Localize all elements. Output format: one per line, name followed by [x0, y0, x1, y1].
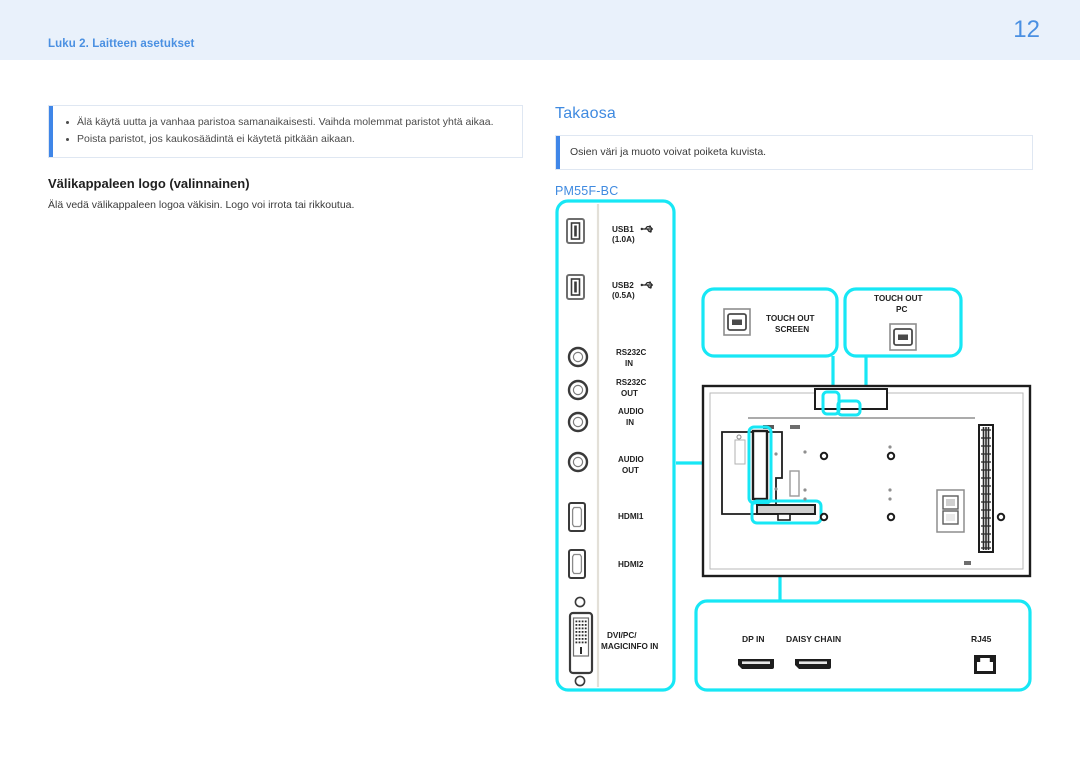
port-label-audioin-line2: IN — [626, 418, 634, 427]
port-label-hdmi1: HDMI1 — [618, 512, 644, 521]
port-label-audioin-line1: AUDIO — [618, 407, 644, 416]
list-item: Älä käytä uutta ja vanhaa paristoa saman… — [63, 114, 512, 131]
small-screw-marks — [774, 445, 892, 501]
display-top-bracket — [814, 388, 888, 410]
display-marking-bottom-right — [964, 561, 971, 565]
power-switch-icon — [942, 495, 959, 510]
touch-out-pc-callout: TOUCH OUT PC — [843, 287, 963, 358]
battery-note-list: Älä käytä uutta ja vanhaa paristoa saman… — [63, 114, 512, 148]
touch-out-pc-label-line1: TOUCH OUT — [874, 294, 923, 303]
hdmi-port-icon — [568, 549, 586, 579]
display-port-housing-screw — [736, 434, 742, 440]
display-port-housing-detail — [734, 439, 746, 465]
touch-out-screen-label-line2: SCREEN — [775, 325, 809, 334]
port-panel-callout: USB1 (1.0A) USB2 (0.5A) RS232C IN RS232C… — [555, 199, 676, 692]
touch-out-pc-outline — [843, 287, 963, 358]
port-label-usb2-line1: USB2 — [612, 281, 634, 290]
display-port-housing — [721, 431, 783, 515]
port-label-rs232in-line1: RS232C — [616, 348, 646, 357]
display-rear-view — [701, 384, 1032, 578]
displayport-connector-icon — [738, 659, 774, 669]
battery-note-box: Älä käytä uutta ja vanhaa paristoa saman… — [48, 105, 523, 158]
callout-leader-lines — [676, 356, 868, 601]
port-label-rs232in-line2: IN — [625, 359, 633, 368]
port-label-usb1-line1: USB1 — [612, 225, 634, 234]
page-title: Takaosa — [555, 105, 616, 122]
stereo-jack-icon — [567, 379, 589, 401]
display-horizontal-port-tab — [777, 513, 791, 521]
chapter-label: Luku 2. Laitteen asetukset — [48, 38, 195, 50]
bottom-label-daisy-chain: DAISY CHAIN — [786, 634, 841, 644]
stereo-jack-icon — [567, 451, 589, 473]
parts-color-note-box: Osien väri ja muoto voivat poiketa kuvis… — [555, 135, 1033, 170]
parts-color-note-text: Osien väri ja muoto voivat poiketa kuvis… — [570, 146, 767, 158]
display-sticker-left — [763, 425, 774, 429]
display-vertical-port-strip — [751, 429, 769, 501]
touch-out-pc-label-line2: PC — [896, 305, 907, 314]
bottom-label-rj45: RJ45 — [971, 634, 992, 644]
dvi-port-icon — [568, 611, 594, 675]
port-label-rs232out-line2: OUT — [621, 389, 638, 398]
bottom-panel-outline — [694, 599, 1032, 692]
port-label-dvi-line2: MAGICINFO IN — [601, 642, 658, 651]
usb-a-port-icon — [566, 218, 585, 244]
bottom-label-dp-in: DP IN — [742, 634, 765, 644]
highlight-top-notch-right — [836, 399, 862, 417]
dvi-screw-hole-bottom — [574, 675, 586, 687]
spacer-logo-body-text: Älä vedä välikappaleen logoa väkisin. Lo… — [48, 199, 355, 211]
port-label-usb2-line2: (0.5A) — [612, 291, 635, 300]
display-small-slot — [789, 470, 800, 497]
port-panel-outline — [555, 199, 676, 692]
touch-out-screen-outline — [701, 287, 839, 358]
port-label-dvi-line1: DVI/PC/ — [607, 631, 637, 640]
port-label-audioout-line2: OUT — [622, 466, 639, 475]
power-inlet-plate — [936, 489, 965, 533]
hdmi-port-icon — [568, 502, 586, 532]
usb-a-port-icon — [566, 274, 585, 300]
port-label-usb1-line2: (1.0A) — [612, 235, 635, 244]
right-column: Takaosa Osien väri ja muoto voivat poike… — [555, 105, 1033, 198]
usb-b-port-icon — [723, 308, 751, 336]
page-number: 12 — [1013, 16, 1040, 43]
highlight-top-notch-left — [821, 390, 841, 416]
highlight-vertical-port-strip — [747, 425, 773, 505]
list-item: Poista paristot, jos kaukosäädintä ei kä… — [63, 131, 512, 148]
vesa-mount-holes — [819, 451, 1006, 522]
touch-out-screen-label-line1: TOUCH OUT — [766, 314, 815, 323]
model-name-label: PM55F-BC — [555, 184, 619, 198]
spacer-logo-subheading: Välikappaleen logo (valinnainen) — [48, 176, 250, 191]
displayport-connector-icon — [795, 659, 831, 669]
stereo-jack-icon — [567, 346, 589, 368]
power-socket-icon — [942, 510, 959, 525]
port-label-audioout-line1: AUDIO — [618, 455, 644, 464]
page-header-band — [0, 0, 1080, 60]
port-label-rs232out-line1: RS232C — [616, 378, 646, 387]
bottom-ports-callout: DP IN DAISY CHAIN RJ45 — [694, 599, 1032, 692]
display-sticker-right — [790, 425, 800, 429]
port-label-hdmi2: HDMI2 — [618, 560, 644, 569]
ventilation-grille — [978, 424, 994, 553]
usb-trident-icon — [639, 280, 654, 290]
dvi-screw-hole-top — [574, 596, 586, 608]
touch-out-screen-callout: TOUCH OUT SCREEN — [701, 287, 839, 358]
stereo-jack-icon — [567, 411, 589, 433]
usb-trident-icon — [639, 224, 654, 234]
rj45-jack-icon — [974, 655, 996, 674]
usb-b-port-icon — [889, 323, 917, 351]
highlight-horizontal-port-strip — [750, 499, 823, 525]
left-column: Älä käytä uutta ja vanhaa paristoa saman… — [48, 105, 523, 213]
display-horizontal-port-strip — [756, 504, 816, 515]
display-chassis-outline — [701, 384, 1032, 578]
display-chassis-inner — [709, 392, 1024, 570]
